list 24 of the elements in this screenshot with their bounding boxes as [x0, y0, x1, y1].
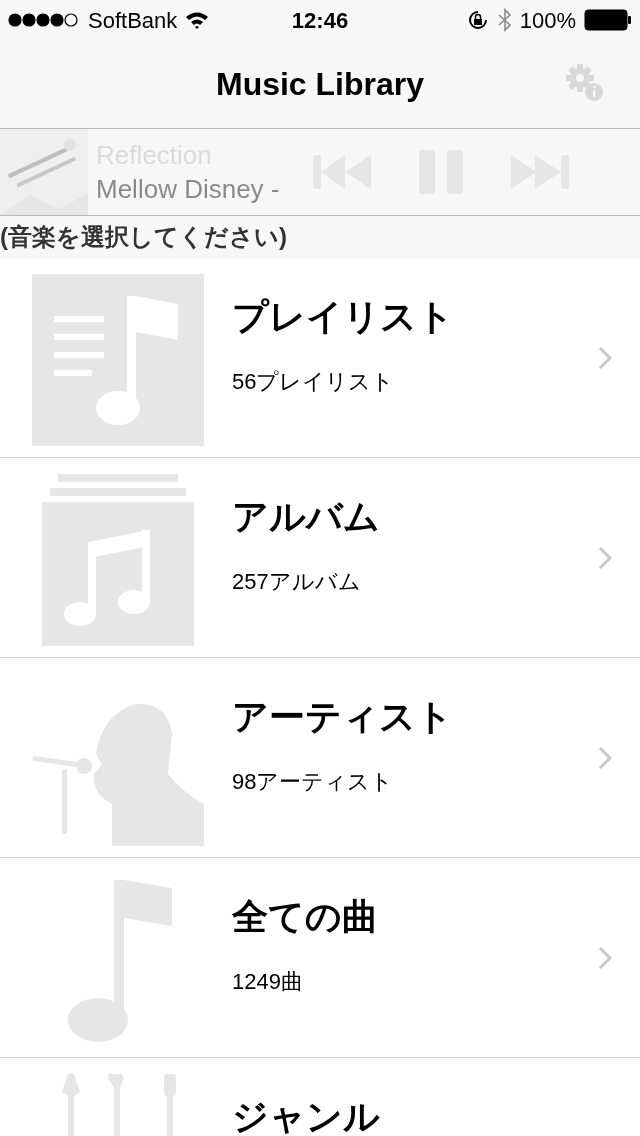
- category-count: 1249曲: [232, 968, 304, 996]
- category-count: 98アーティスト: [232, 768, 395, 796]
- chevron-right-icon: [598, 545, 612, 570]
- playlist-icon: [32, 274, 204, 446]
- category-count: 56プレイリスト: [232, 368, 396, 396]
- battery-icon: [584, 9, 632, 31]
- battery-percentage: 100%: [519, 6, 576, 35]
- category-title: 全ての曲: [232, 895, 379, 939]
- chevron-right-icon: [598, 345, 612, 370]
- category-title: アルバム: [232, 495, 381, 539]
- category-title: ジャンル: [232, 1095, 381, 1136]
- chevron-right-icon: [598, 945, 612, 970]
- chevron-right-icon: [598, 745, 612, 770]
- category-title: アーティスト: [232, 695, 454, 739]
- bluetooth-icon: [497, 8, 512, 32]
- select-music-prompt: (音楽を選択してください): [0, 222, 287, 252]
- carrier-name: SoftBank: [88, 6, 178, 35]
- nav-title: Music Library: [215, 65, 425, 104]
- status-time: 12:46: [291, 6, 349, 35]
- category-count: 257アルバム: [232, 568, 362, 596]
- album-name: Mellow Disney -: [96, 176, 281, 202]
- wifi-icon: [185, 11, 210, 29]
- signal-strength-icon: [8, 13, 80, 27]
- category-title: プレイリスト: [232, 295, 455, 339]
